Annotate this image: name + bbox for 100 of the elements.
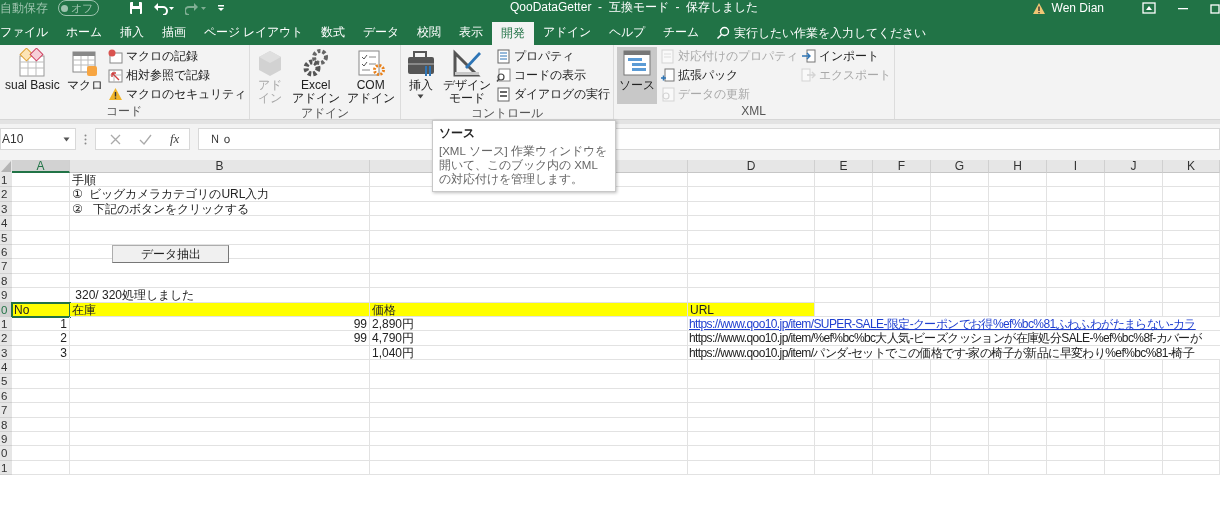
- column-header[interactable]: J: [1105, 160, 1163, 173]
- refresh-icon: [659, 87, 675, 102]
- ribbon-button[interactable]: ソース: [616, 47, 657, 104]
- redo-icon: [185, 1, 207, 15]
- table-cell: [1105, 288, 1163, 303]
- table-cell: [1105, 244, 1163, 260]
- row-header[interactable]: 9: [0, 432, 12, 447]
- ribbon-button[interactable]: デザイン モード: [440, 47, 493, 106]
- table-cell: [873, 417, 931, 433]
- ribbon-tab[interactable]: 校閲: [408, 20, 451, 45]
- column-header[interactable]: A: [12, 160, 70, 173]
- table-cell: [873, 360, 931, 375]
- table-cell: [1163, 288, 1220, 303]
- document-icon: [659, 49, 675, 64]
- table-cell: ① ビッグカメラカテゴリのURL入力: [70, 187, 370, 202]
- row-header[interactable]: 0: [0, 446, 12, 461]
- row-header[interactable]: 7: [0, 259, 12, 274]
- ribbon-tab[interactable]: ファイル: [0, 20, 57, 45]
- table-cell: [1105, 230, 1163, 245]
- table-cell: [12, 201, 70, 217]
- table-cell: [1163, 230, 1220, 245]
- ribbon-tab[interactable]: 描画: [153, 20, 195, 45]
- table-cell: [873, 173, 931, 188]
- column-header[interactable]: E: [815, 160, 873, 173]
- table-cell: [1047, 273, 1105, 289]
- column-header[interactable]: K: [1163, 160, 1220, 173]
- table-cell: [1105, 216, 1163, 231]
- table-cell: [931, 244, 989, 260]
- ribbon-tab[interactable]: ヘルプ: [600, 20, 655, 45]
- ribbon-button[interactable]: インポート: [800, 48, 891, 65]
- table-cell: [1105, 417, 1163, 433]
- table-cell: [815, 446, 873, 461]
- ribbon-button[interactable]: ダイアログの実行: [495, 86, 610, 103]
- ribbon-tab[interactable]: 挿入: [111, 20, 153, 45]
- table-cell: [931, 187, 989, 202]
- sheet-button[interactable]: データ抽出: [112, 245, 229, 263]
- table-cell: [989, 187, 1047, 202]
- name-box[interactable]: A10: [0, 128, 76, 150]
- grid-arrow-icon: [107, 68, 123, 83]
- ribbon-button[interactable]: コードの表示: [495, 67, 610, 84]
- ribbon-tab[interactable]: 開発: [492, 22, 535, 45]
- package-icon: [659, 68, 675, 83]
- column-header[interactable]: G: [931, 160, 989, 173]
- table-cell: [1047, 216, 1105, 231]
- table-cell: [931, 173, 989, 188]
- column-header[interactable]: I: [1047, 160, 1105, 173]
- table-cell[interactable]: https://www.qoo10.jp/item/SUPER-SALE-限定-クーポンでお得%ef%bc%81ふわふわがたまらない-カラ: [688, 316, 1220, 332]
- list-icon: [495, 49, 511, 64]
- table-cell: [12, 187, 70, 202]
- ribbon-button[interactable]: マクロのセキュリティ: [107, 86, 246, 103]
- table-cell: [1047, 230, 1105, 245]
- table-cell: [989, 302, 1047, 317]
- table-cell: [815, 244, 873, 260]
- column-header[interactable]: D: [688, 160, 815, 173]
- ribbon-button[interactable]: プロパティ: [495, 48, 610, 65]
- table-cell: [1105, 187, 1163, 202]
- table-cell: [873, 288, 931, 303]
- ribbon-tab[interactable]: ページ レイアウト: [195, 20, 313, 45]
- table-cell: [1047, 244, 1105, 260]
- ribbon-button[interactable]: Excel アドイン: [289, 47, 342, 106]
- row-header[interactable]: 4: [0, 216, 12, 231]
- row-header[interactable]: 4: [0, 360, 12, 375]
- column-header[interactable]: B: [70, 160, 370, 173]
- table-cell: [989, 173, 1047, 188]
- ribbon-button[interactable]: 拡張パック: [659, 67, 798, 84]
- table-cell: [12, 417, 70, 433]
- table-cell: [1047, 460, 1105, 476]
- ribbon-button[interactable]: マクロの記録: [107, 48, 246, 65]
- insert-function-button[interactable]: fx: [170, 131, 180, 147]
- ribbon-button[interactable]: 挿入: [403, 47, 438, 106]
- ribbon-button[interactable]: 相対参照で記録: [107, 67, 246, 84]
- table-cell: [931, 417, 989, 433]
- spreadsheet-icon: [17, 48, 48, 78]
- row-header[interactable]: 7: [0, 403, 12, 418]
- column-header[interactable]: H: [989, 160, 1047, 173]
- table-cell: [989, 216, 1047, 231]
- row-header[interactable]: 5: [0, 374, 12, 389]
- ribbon-button[interactable]: sual Basic: [3, 47, 62, 104]
- table-cell: [1047, 360, 1105, 375]
- ribbon-tab[interactable]: 表示: [450, 20, 493, 45]
- table-cell: [873, 403, 931, 418]
- row-header[interactable]: 2: [0, 331, 12, 346]
- table-cell: [873, 374, 931, 389]
- ribbon-tab[interactable]: チーム: [654, 20, 709, 45]
- ribbon-tab[interactable]: データ: [354, 20, 409, 45]
- ribbon-button[interactable]: COM アドイン: [344, 47, 397, 106]
- column-header[interactable]: F: [873, 160, 931, 173]
- row-header[interactable]: 1: [0, 173, 12, 188]
- row-header[interactable]: 2: [0, 187, 12, 202]
- table-cell: 1,040円: [370, 345, 688, 361]
- user-name[interactable]: Wen Dian: [1051, 1, 1104, 15]
- ribbon-button[interactable]: マクロ: [64, 47, 105, 104]
- search-field[interactable]: 実行したい作業を入力してください: [716, 20, 950, 45]
- table-cell: [12, 374, 70, 389]
- table-cell: [989, 403, 1047, 418]
- restore-icon: [1210, 2, 1220, 14]
- row-header[interactable]: 9: [0, 288, 12, 303]
- ribbon-tab[interactable]: アドイン: [534, 20, 601, 45]
- ribbon-tab[interactable]: 数式: [312, 20, 355, 45]
- ribbon-tab[interactable]: ホーム: [57, 20, 111, 45]
